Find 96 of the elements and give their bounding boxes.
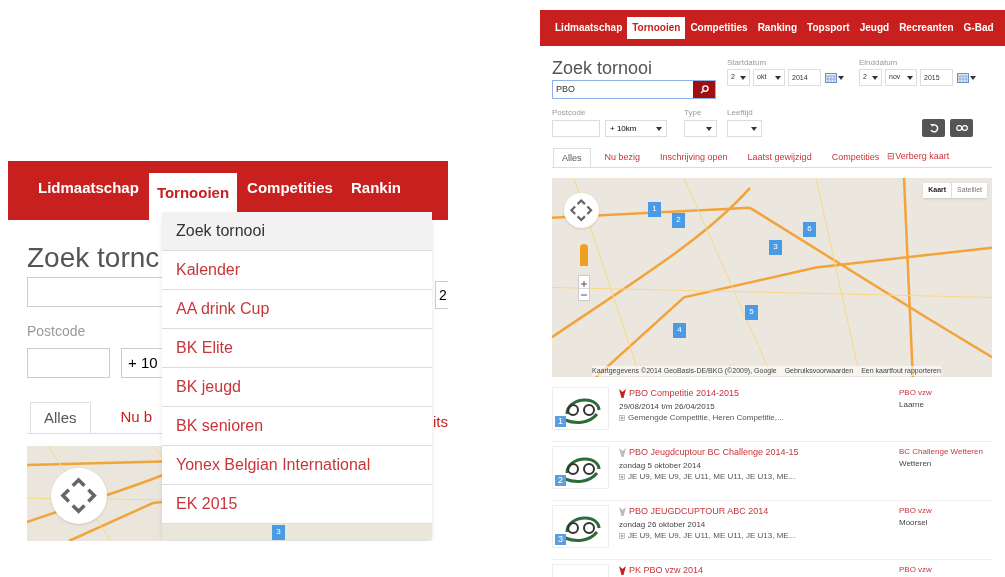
tournament-link[interactable]: PK PBO vzw 2014 (629, 564, 704, 577)
expand-icon[interactable] (619, 414, 625, 421)
map-marker[interactable]: 4 (673, 323, 686, 338)
age-select[interactable] (727, 120, 762, 137)
map-marker[interactable]: 6 (803, 222, 816, 237)
category-list: JE U9, ME U9, JE U11, ME U11, JE U13, ME... (628, 470, 796, 483)
map-marker[interactable]: 2 (672, 213, 685, 228)
date-select[interactable]: 2 (435, 281, 448, 309)
menu-item[interactable]: BK jeugd (162, 368, 432, 407)
organizer-link[interactable]: PBO vzw (899, 505, 932, 517)
filter-tab[interactable]: Alles (30, 402, 91, 433)
tournament-location: Laarne (899, 399, 925, 411)
nav-link[interactable]: G-Bad (958, 17, 999, 39)
organizer-link[interactable]: PBO vzw (899, 387, 932, 399)
reset-icon (928, 123, 939, 133)
distance-select[interactable]: + 10km (605, 120, 667, 137)
organizer-link[interactable]: PBO vzw (899, 564, 932, 576)
filter-tab[interactable]: Alles (553, 148, 591, 167)
caret-icon (872, 75, 878, 80)
field-label: Postcode (27, 322, 87, 341)
map-marker[interactable]: 3 (769, 240, 782, 255)
category-list: Gemengde Competitie, Heren Competitie,... (628, 411, 784, 424)
caret-icon (656, 126, 662, 131)
map-marker[interactable]: 1 (648, 202, 661, 217)
calendar-icon (957, 72, 969, 83)
hide-map-link[interactable]: ⊟Verberg kaart (887, 148, 950, 167)
tournament-location: Wetteren (899, 458, 933, 470)
caret-icon (775, 75, 781, 80)
tournament-link[interactable]: PBO JEUGDCUPTOUR ABC 2014 (629, 505, 769, 519)
filter-tab[interactable]: Nu bezig (604, 148, 641, 167)
field-label: Postcode (552, 107, 587, 119)
tournament-link[interactable]: PBO Jeugdcuptour BC Challenge 2014-15 (629, 446, 799, 460)
caret-icon (838, 75, 844, 80)
postcode-field[interactable] (27, 348, 110, 378)
nav-link[interactable]: Competities (239, 165, 341, 212)
search-field[interactable]: PBO (552, 80, 716, 99)
number-badge: 2 (555, 475, 566, 486)
caret-icon (751, 126, 757, 131)
field-label: Einddatum (859, 57, 899, 68)
number-badge: 1 (555, 416, 566, 427)
nav-link[interactable]: Jeugd (854, 17, 895, 39)
expand-icon[interactable] (619, 532, 625, 539)
nav-link[interactable]: Lidmaatschap (550, 17, 628, 39)
caret-icon (706, 126, 712, 131)
number-badge: 3 (555, 534, 566, 545)
filter-tab[interactable]: Laatst gewijzigd (747, 148, 812, 167)
nav-link[interactable]: Tornooien (627, 17, 686, 39)
nav-link[interactable]: Topsport (802, 17, 855, 39)
filter-tab[interactable]: its (433, 411, 448, 434)
nav-link[interactable]: Rankin (342, 165, 409, 212)
filter-tab[interactable]: Competities (831, 148, 880, 167)
minus-icon (581, 291, 587, 298)
caret-icon (970, 75, 976, 80)
link-icon (955, 125, 968, 131)
tournament-date: zondag 26 oktober 2014 (619, 518, 707, 530)
category-list: JE U9, ME U9, JE U11, ME U11, JE U13, ME... (628, 529, 796, 542)
type-select[interactable] (684, 120, 717, 137)
tournament-date: 29/08/2014 t/m 26/04/2015 (619, 400, 716, 412)
tournament-link[interactable]: PBO Competitie 2014-2015 (629, 387, 740, 401)
page-heading: Zoek tornc (27, 242, 161, 274)
page-heading: Zoek tornooi (552, 58, 654, 78)
map-drawing[interactable] (552, 178, 992, 377)
search-button[interactable] (693, 81, 715, 98)
field-label: Type (684, 107, 703, 119)
field-label: Leeftijd (727, 107, 754, 119)
reset-button[interactable] (922, 119, 945, 137)
map-marker[interactable]: 5 (745, 305, 758, 320)
expand-icon[interactable] (619, 473, 625, 480)
postcode-field[interactable] (552, 120, 600, 137)
caret-icon (740, 75, 746, 80)
map-marker[interactable]: 3 (272, 525, 285, 540)
menu-item[interactable]: Kalender (162, 251, 432, 290)
pegman-icon[interactable] (580, 244, 588, 266)
caret-icon (907, 75, 913, 80)
menu-item[interactable]: BK Elite (162, 329, 432, 368)
menu-item[interactable]: Zoek tornooi (162, 212, 432, 251)
calendar-button[interactable] (825, 72, 844, 83)
nav-link[interactable]: Lidmaatschap (30, 165, 147, 212)
calendar-icon (825, 72, 837, 83)
plus-icon (581, 280, 587, 287)
nav-link[interactable]: Ranking (752, 17, 803, 39)
tournament-location: Moorsel (899, 517, 929, 529)
search-field[interactable] (27, 277, 162, 307)
filter-tab[interactable]: Inschrijving open (660, 148, 728, 167)
menu-item[interactable]: Yonex Belgian International (162, 446, 432, 485)
filter-tab[interactable]: Nu b (120, 402, 153, 433)
search-icon (699, 85, 709, 94)
tournament-date: zondag 5 oktober 2014 (619, 459, 702, 471)
nav-link[interactable]: Competities (685, 17, 753, 39)
organizer-link[interactable]: BC Challenge Wetteren (899, 446, 983, 458)
field-label: Startdatum (727, 57, 768, 68)
calendar-button[interactable] (957, 72, 976, 83)
menu-item[interactable]: BK senioren (162, 407, 432, 446)
menu-item[interactable]: AA drink Cup (162, 290, 432, 329)
link-button[interactable] (950, 119, 973, 137)
nav-link[interactable]: Recreanten (894, 17, 959, 39)
